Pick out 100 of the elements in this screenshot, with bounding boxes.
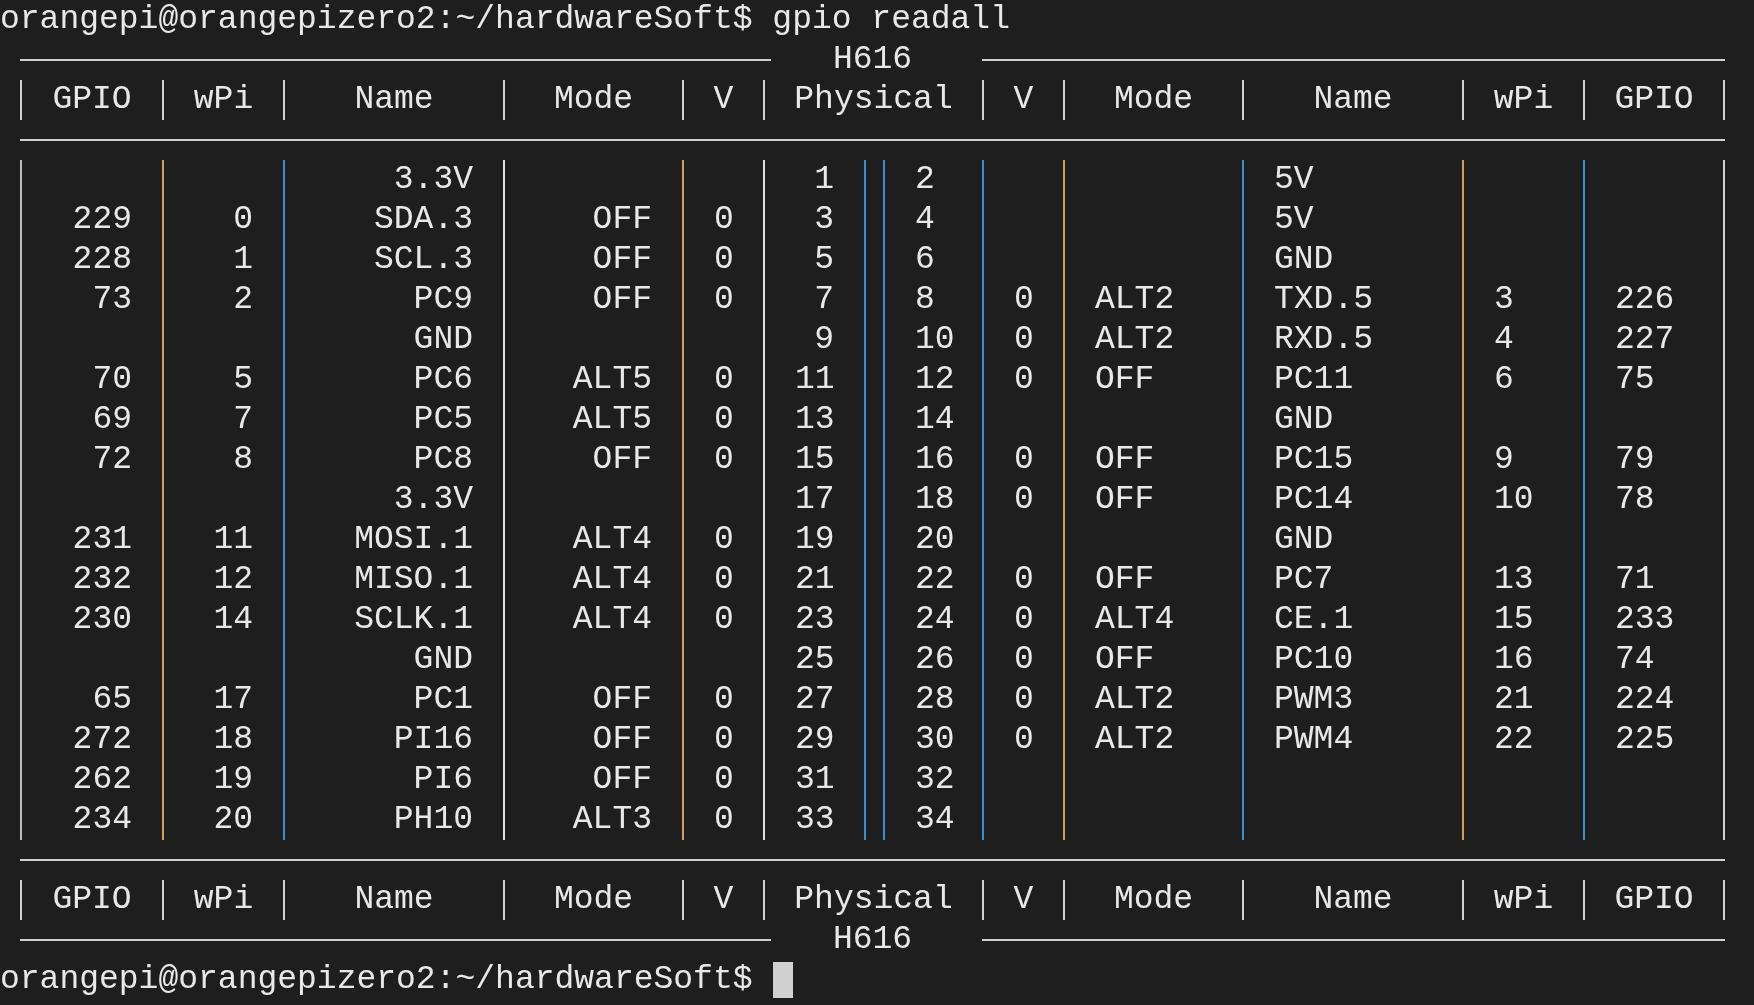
table-cell: PC5 bbox=[413, 401, 473, 438]
table-cell: 0 bbox=[714, 561, 734, 598]
column-header: Mode bbox=[1113, 81, 1194, 118]
table-cell: 7 bbox=[233, 401, 253, 438]
table-cell: 7 bbox=[814, 281, 834, 318]
table-cell: OFF bbox=[1095, 561, 1155, 598]
table-cell: CE.1 bbox=[1274, 601, 1354, 638]
table-cell: 0 bbox=[714, 761, 734, 798]
table-cell: 6 bbox=[1494, 361, 1514, 398]
table-cell: MISO.1 bbox=[354, 561, 473, 598]
table-cell: 232 bbox=[72, 561, 132, 598]
table-cell: 33 bbox=[795, 801, 835, 838]
table-cell: OFF bbox=[592, 201, 652, 238]
table-cell: SDA.3 bbox=[373, 201, 473, 238]
table-cell: OFF bbox=[1095, 361, 1155, 398]
table-cell: 0 bbox=[714, 401, 734, 438]
table-cell: 11 bbox=[795, 361, 835, 398]
table-cell: 0 bbox=[714, 521, 734, 558]
table-cell: 0 bbox=[1014, 601, 1034, 638]
table-cell: 34 bbox=[915, 801, 955, 838]
table-cell: 4 bbox=[915, 201, 935, 238]
table-cell: 69 bbox=[92, 401, 132, 438]
table-cell: 19 bbox=[795, 521, 835, 558]
column-header: V bbox=[713, 881, 734, 918]
table-cell: 0 bbox=[714, 681, 734, 718]
table-cell: 22 bbox=[915, 561, 955, 598]
table-cell: 0 bbox=[233, 201, 253, 238]
table-cell: 227 bbox=[1615, 321, 1675, 358]
table-cell: 0 bbox=[714, 241, 734, 278]
table-cell: ALT4 bbox=[572, 561, 652, 598]
table-cell: PI16 bbox=[393, 721, 473, 758]
table-cell: 13 bbox=[1494, 561, 1534, 598]
table-cell: 9 bbox=[1494, 441, 1514, 478]
table-cell: 75 bbox=[1615, 361, 1655, 398]
board-label: H616 bbox=[831, 920, 914, 960]
board-label: H616 bbox=[831, 40, 914, 80]
table-cell: 3 bbox=[1494, 281, 1514, 318]
table-cell: PC14 bbox=[1274, 481, 1354, 518]
table-cell: 79 bbox=[1615, 441, 1655, 478]
table-cell: 14 bbox=[915, 401, 955, 438]
table-cell: 26 bbox=[915, 641, 955, 678]
table-cell: 17 bbox=[795, 481, 835, 518]
column-header: V bbox=[713, 81, 734, 118]
command-prompt: orangepi@orangepizero2:~/hardwareSoft$ bbox=[0, 960, 753, 1000]
table-cell: 16 bbox=[1494, 641, 1534, 678]
table-cell: PC1 bbox=[413, 681, 473, 718]
table-cell: 0 bbox=[1014, 721, 1034, 758]
table-cell: 0 bbox=[1014, 441, 1034, 478]
table-cell: OFF bbox=[1095, 441, 1155, 478]
table-cell: 0 bbox=[1014, 481, 1034, 518]
table-cell: OFF bbox=[592, 281, 652, 318]
table-cell: 0 bbox=[1014, 681, 1034, 718]
table-cell: 11 bbox=[213, 521, 253, 558]
table-cell: 5 bbox=[814, 241, 834, 278]
table-cell: 71 bbox=[1615, 561, 1655, 598]
column-header: GPIO bbox=[1614, 81, 1694, 118]
table-cell: 70 bbox=[92, 361, 132, 398]
table-cell: 16 bbox=[915, 441, 955, 478]
table-cell: 12 bbox=[915, 361, 955, 398]
column-header: V bbox=[1013, 81, 1034, 118]
table-cell: 5V bbox=[1274, 161, 1314, 198]
table-cell: 15 bbox=[795, 441, 835, 478]
table-cell: ALT2 bbox=[1095, 721, 1175, 758]
table-cell: 0 bbox=[714, 721, 734, 758]
table-cell: 18 bbox=[915, 481, 955, 518]
table-cell: 0 bbox=[1014, 361, 1034, 398]
table-cell: ALT3 bbox=[572, 801, 652, 838]
table-cell: 0 bbox=[714, 601, 734, 638]
table-cell: GND bbox=[1274, 401, 1334, 438]
table-cell: 0 bbox=[1014, 281, 1034, 318]
column-header: GPIO bbox=[1614, 881, 1694, 918]
table-cell: ALT2 bbox=[1095, 681, 1175, 718]
table-cell: 224 bbox=[1615, 681, 1675, 718]
table-cell: ALT2 bbox=[1095, 321, 1175, 358]
column-header: wPi bbox=[193, 81, 254, 118]
table-cell: OFF bbox=[592, 761, 652, 798]
table-cell: PH10 bbox=[393, 801, 473, 838]
table-cell: 228 bbox=[72, 241, 132, 278]
table-cell: 0 bbox=[714, 801, 734, 838]
column-header: Mode bbox=[553, 881, 634, 918]
table-cell: 3.3V bbox=[393, 481, 473, 518]
table-cell: 4 bbox=[1494, 321, 1514, 358]
table-cell: 72 bbox=[92, 441, 132, 478]
table-cell: OFF bbox=[592, 241, 652, 278]
table-cell: 230 bbox=[72, 601, 132, 638]
command-line: orangepi@orangepizero2:~/hardwareSoft$ gpio readall bbox=[0, 0, 1011, 40]
table-cell: SCL.3 bbox=[373, 241, 473, 278]
table-cell: 10 bbox=[915, 321, 955, 358]
table-cell: PC15 bbox=[1274, 441, 1354, 478]
column-header: Name bbox=[1313, 81, 1393, 118]
table-cell: 74 bbox=[1615, 641, 1655, 678]
table-cell: ALT2 bbox=[1095, 281, 1175, 318]
table-cell: 0 bbox=[714, 281, 734, 318]
table-cell: OFF bbox=[1095, 641, 1155, 678]
table-cell: PC9 bbox=[413, 281, 473, 318]
table-cell: 21 bbox=[1494, 681, 1534, 718]
table-cell: 22 bbox=[1494, 721, 1534, 758]
table-cell: PI6 bbox=[413, 761, 473, 798]
table-cell: 0 bbox=[1014, 641, 1034, 678]
table-cell: 233 bbox=[1615, 601, 1675, 638]
